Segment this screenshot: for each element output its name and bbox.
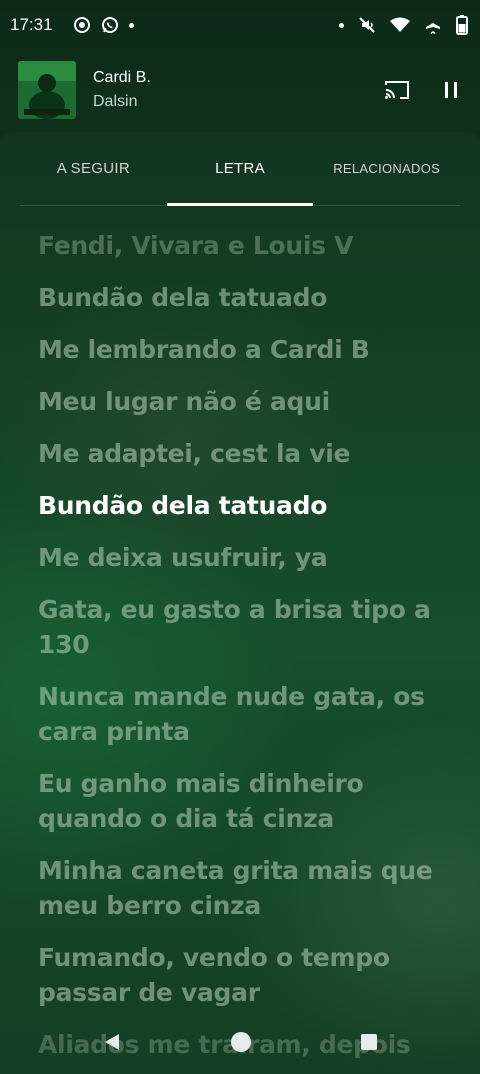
track-artist: Dalsin	[93, 93, 138, 110]
tab-lyrics[interactable]: LETRA	[166, 132, 314, 206]
pause-icon[interactable]	[444, 81, 458, 99]
notification-dot-icon	[128, 22, 134, 28]
airplane-icon	[424, 16, 442, 34]
vibrate-off-icon	[358, 16, 376, 34]
lyric-line[interactable]: Eu ganho mais dinheiro quando o dia tá c…	[38, 766, 448, 836]
status-right-icons	[339, 15, 468, 35]
lyric-line[interactable]: Fumando, vendo o tempo passar de vagar	[38, 940, 448, 1010]
lyric-line[interactable]: Me deixa usufruir, ya	[38, 540, 448, 575]
tab-related[interactable]: RELACIONADOS	[313, 132, 460, 205]
battery-icon	[456, 15, 468, 35]
lyric-line[interactable]: Bundão dela tatuado	[38, 280, 448, 315]
lyric-line[interactable]: Minha caneta grita mais que meu berro ci…	[38, 853, 448, 923]
lyrics-sheet: A SEGUIR LETRA RELACIONADOS Fendi, Vivar…	[0, 132, 480, 1074]
cast-icon[interactable]	[384, 80, 410, 100]
track-info[interactable]: Cardi B. Dalsin	[93, 69, 151, 111]
wifi-icon	[390, 17, 410, 33]
recents-icon[interactable]	[360, 1033, 378, 1051]
back-icon[interactable]	[102, 1032, 122, 1052]
lyric-line[interactable]: Me lembrando a Cardi B	[38, 332, 448, 367]
lyric-line[interactable]: Fendi, Vivara e Louis V	[38, 228, 448, 263]
tab-bar: A SEGUIR LETRA RELACIONADOS	[20, 132, 460, 206]
lyric-line-active[interactable]: Bundão dela tatuado	[38, 488, 448, 523]
screen-record-icon	[73, 16, 91, 34]
screen: 17:31 Cardi B. Dalsin A SEGUIR LETRA REL…	[0, 0, 480, 1074]
lyric-line[interactable]: Gata, eu gasto a brisa tipo a 130	[38, 592, 448, 662]
tab-up-next[interactable]: A SEGUIR	[20, 132, 167, 205]
mini-player[interactable]: Cardi B. Dalsin	[0, 52, 480, 128]
status-bar: 17:31	[0, 0, 480, 50]
lyric-line[interactable]: Meu lugar não é aqui	[38, 384, 448, 419]
home-icon[interactable]	[230, 1031, 252, 1053]
lyrics-list: Fendi, Vivara e Louis V Bundão dela tatu…	[38, 228, 448, 1074]
lyric-line[interactable]: Nunca mande nude gata, os cara printa	[38, 679, 448, 749]
status-time: 17:31	[10, 15, 53, 34]
track-title: Cardi B.	[93, 69, 151, 86]
player-actions	[384, 80, 462, 100]
notification-dot-icon	[339, 22, 344, 28]
lyric-line[interactable]: Me adaptei, cest la vie	[38, 436, 448, 471]
navigation-bar	[0, 1016, 480, 1074]
album-art[interactable]	[18, 61, 76, 119]
whatsapp-icon	[101, 16, 119, 34]
status-left-icons	[73, 16, 134, 34]
